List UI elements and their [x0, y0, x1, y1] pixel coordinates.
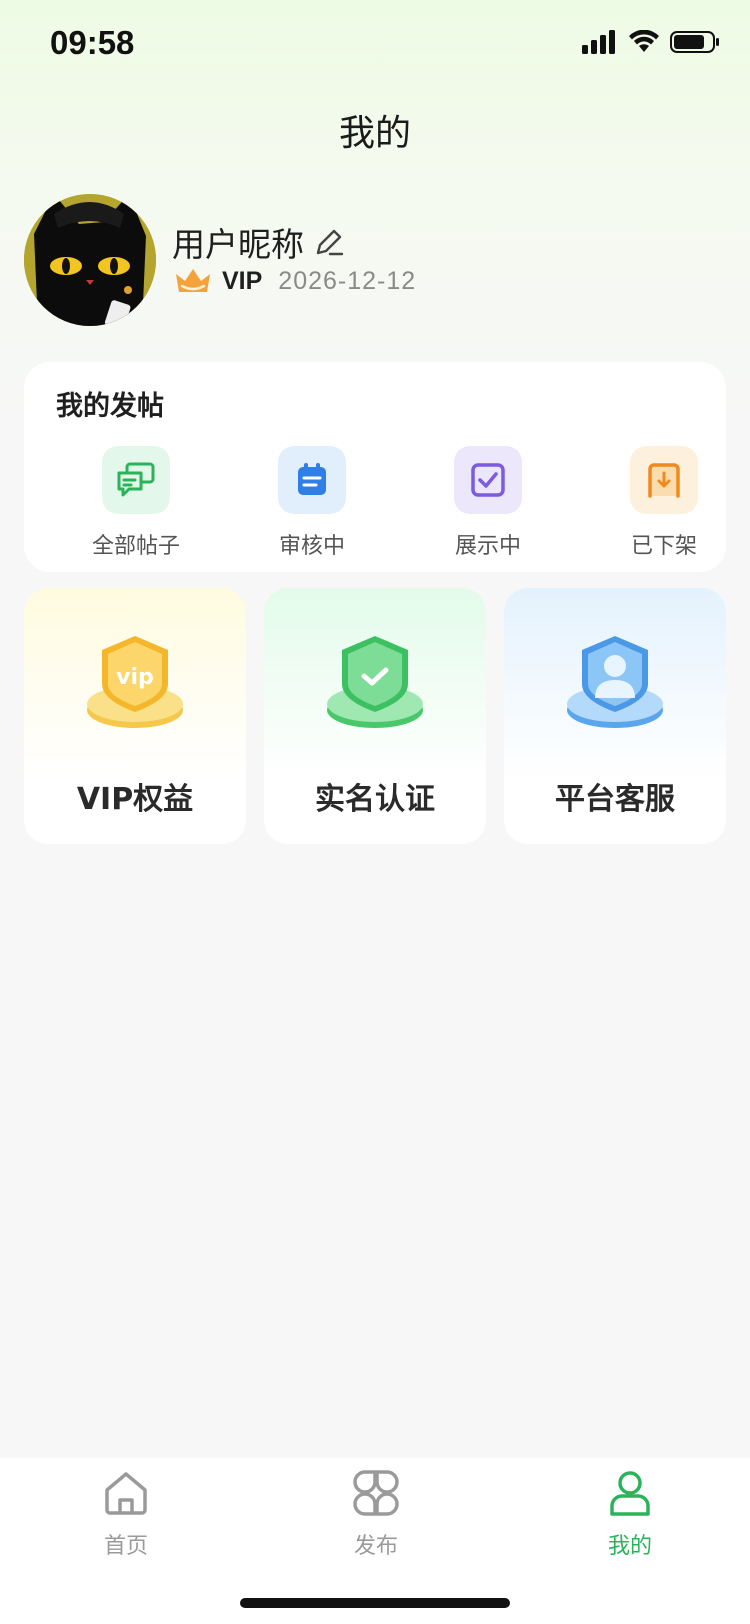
- tab-label: 发布: [353, 1534, 398, 1559]
- vip-label: VIP: [222, 266, 263, 295]
- crown-icon: [176, 269, 210, 292]
- tab-publish[interactable]: 发布: [316, 1468, 436, 1560]
- vip-badge-icon: vip: [87, 636, 183, 728]
- post-filter-showing[interactable]: 展示中: [428, 446, 548, 560]
- post-filter-label: 已下架: [630, 534, 697, 559]
- post-filter-all[interactable]: 全部帖子: [76, 446, 196, 560]
- tab-mine[interactable]: 我的: [570, 1468, 690, 1560]
- edit-pencil-icon[interactable]: [312, 225, 346, 259]
- black-cat-avatar-image: [24, 194, 156, 326]
- avatar[interactable]: [24, 194, 156, 326]
- feature-label: VIP权益: [76, 782, 194, 817]
- vip-expiry-date: 2026-12-12: [278, 266, 417, 295]
- status-bar: 09:58: [0, 0, 750, 88]
- post-filter-label: 全部帖子: [91, 534, 180, 559]
- battery-icon: [670, 31, 719, 53]
- post-filter-label: 展示中: [454, 534, 521, 559]
- status-icons: [582, 30, 720, 54]
- vip-status: VIP 2026-12-12: [174, 266, 416, 296]
- post-filter-reviewing[interactable]: 审核中: [252, 446, 372, 560]
- real-name-verification-card[interactable]: 实名认证: [264, 588, 486, 844]
- tab-home[interactable]: 首页: [66, 1468, 186, 1560]
- status-time: 09:58: [50, 24, 135, 61]
- user-icon: [610, 1471, 650, 1516]
- nickname-row[interactable]: 用户昵称: [172, 218, 346, 266]
- clipboard-icon: [278, 446, 346, 514]
- tab-label: 首页: [103, 1534, 148, 1559]
- wifi-icon: [629, 30, 659, 52]
- home-icon: [105, 1472, 147, 1515]
- feature-label: 实名认证: [315, 782, 435, 817]
- feature-label: 平台客服: [555, 782, 675, 817]
- my-posts-title: 我的发帖: [56, 391, 164, 422]
- post-filter-removed[interactable]: 已下架: [604, 446, 724, 560]
- post-filter-label: 审核中: [278, 534, 345, 559]
- shield-check-icon: [327, 636, 423, 728]
- customer-service-card[interactable]: 平台客服: [504, 588, 726, 844]
- download-box-icon: [630, 446, 698, 514]
- chat-bubbles-icon: [102, 446, 170, 514]
- my-posts-card: 我的发帖 全部帖子 审核中 展示中 已下架: [24, 362, 726, 572]
- grid-icon: [353, 1470, 399, 1516]
- home-indicator: [240, 1598, 510, 1608]
- checkbox-icon: [454, 446, 522, 514]
- svg-text:vip: vip: [116, 665, 154, 690]
- nickname: 用户昵称: [172, 225, 304, 264]
- tab-label: 我的: [607, 1534, 652, 1559]
- customer-service-icon: [567, 636, 663, 728]
- vip-benefits-card[interactable]: vip VIP权益: [24, 588, 246, 844]
- page-title: 我的: [338, 113, 411, 154]
- signal-icon: [582, 30, 615, 54]
